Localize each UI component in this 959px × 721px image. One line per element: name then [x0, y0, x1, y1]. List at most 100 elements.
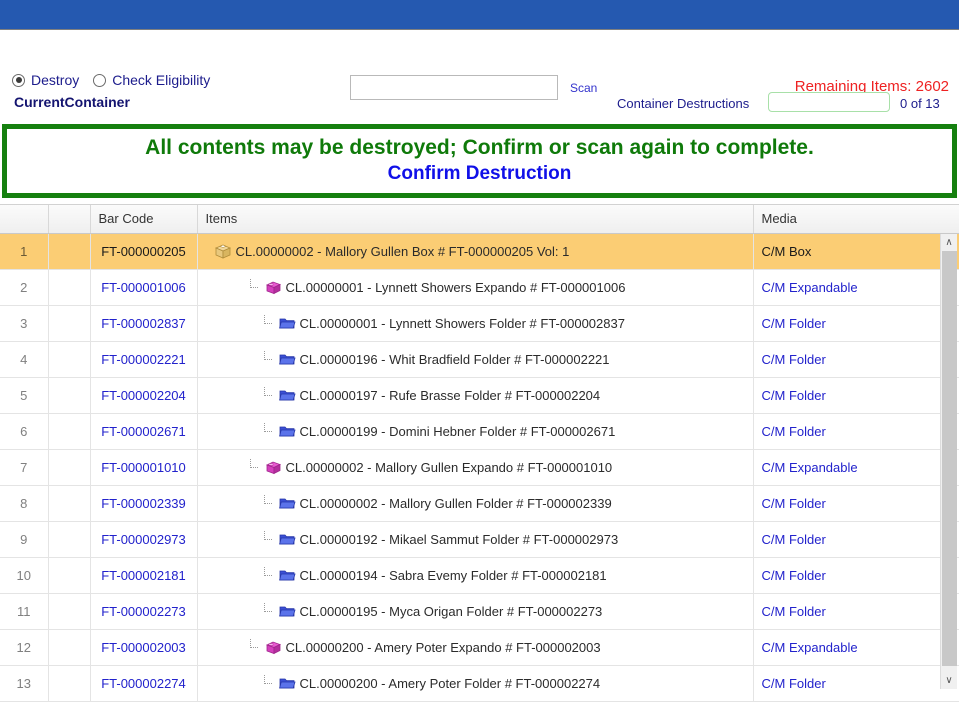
scroll-up-icon[interactable]: ∧	[941, 234, 957, 251]
row-item-label: CL.00000001 - Lynnett Showers Folder # F…	[299, 315, 625, 331]
current-container-label: CurrentContainer	[14, 94, 130, 110]
row-bar-code[interactable]: FT-000002339	[90, 485, 198, 522]
row-bar-code[interactable]: FT-000002274	[90, 665, 198, 702]
scrollbar-thumb[interactable]	[942, 251, 957, 666]
column-header-items[interactable]: Items	[197, 205, 754, 234]
row-select-cell[interactable]	[48, 521, 91, 558]
column-header-bar-code[interactable]: Bar Code	[90, 205, 198, 234]
row-select-cell[interactable]	[48, 413, 91, 450]
tree-connector-icon	[248, 279, 260, 295]
column-header-select[interactable]	[48, 205, 91, 234]
row-number: 5	[0, 377, 49, 414]
table-row[interactable]: 5 FT-000002204 CL.00000197 - Rufe Brasse F…	[0, 377, 959, 414]
row-item-label: CL.00000002 - Mallory Gullen Folder # FT…	[299, 495, 612, 511]
items-grid-wrapper: Bar Code Items Media 1 FT-000000205 CL.000…	[0, 204, 959, 702]
tree-connector-icon	[262, 567, 274, 583]
folder-icon	[278, 315, 296, 331]
folder-icon	[278, 495, 296, 511]
tree-connector-icon	[248, 459, 260, 475]
table-row[interactable]: 2 FT-000001006 CL.00000001 - Lynnett Showe…	[0, 269, 959, 306]
row-select-cell[interactable]	[48, 341, 91, 378]
expando-icon	[264, 639, 282, 656]
table-row[interactable]: 4 FT-000002221 CL.00000196 - Whit Bradfiel…	[0, 341, 959, 378]
row-media[interactable]: C/M Folder	[753, 305, 959, 342]
folder-icon	[278, 423, 296, 439]
row-media[interactable]: C/M Folder	[753, 377, 959, 414]
row-bar-code[interactable]: FT-000001010	[90, 449, 198, 486]
table-row[interactable]: 7 FT-000001010 CL.00000002 - Mallory Gulle…	[0, 449, 959, 486]
row-number: 13	[0, 665, 49, 702]
folder-icon	[278, 603, 296, 619]
row-media[interactable]: C/M Folder	[753, 593, 959, 630]
row-bar-code[interactable]: FT-000002221	[90, 341, 198, 378]
row-media[interactable]: C/M Folder	[753, 665, 959, 702]
row-media[interactable]: C/M Box	[753, 233, 959, 270]
scroll-down-icon[interactable]: ∨	[941, 672, 957, 689]
row-item-label: CL.00000002 - Mallory Gullen Expando # F…	[285, 459, 613, 475]
row-item-label: CL.00000200 - Amery Poter Folder # FT-00…	[299, 675, 601, 691]
row-item-label: CL.00000192 - Mikael Sammut Folder # FT-…	[299, 531, 619, 547]
row-bar-code[interactable]: FT-000002273	[90, 593, 198, 630]
tree-connector-icon	[262, 315, 274, 331]
row-item-label: CL.00000200 - Amery Poter Expando # FT-0…	[285, 639, 601, 655]
row-media[interactable]: C/M Folder	[753, 521, 959, 558]
row-bar-code[interactable]: FT-000000205	[90, 233, 198, 270]
grid-vertical-scrollbar[interactable]: ∧ ∨	[940, 234, 957, 689]
row-select-cell[interactable]	[48, 269, 91, 306]
row-number: 1	[0, 233, 49, 270]
row-select-cell[interactable]	[48, 449, 91, 486]
table-row[interactable]: 8 FT-000002339 CL.00000002 - Mallory Gulle…	[0, 485, 959, 522]
table-row[interactable]: 10 FT-000002181 CL.00000194 - Sabra Evemy …	[0, 557, 959, 594]
row-media[interactable]: C/M Expandable	[753, 449, 959, 486]
row-number: 7	[0, 449, 49, 486]
row-media[interactable]: C/M Folder	[753, 413, 959, 450]
table-row[interactable]: 13 FT-000002274 CL.00000200 - Amery Poter …	[0, 665, 959, 702]
column-header-rownum[interactable]	[0, 205, 49, 234]
row-item-cell: CL.00000199 - Domini Hebner Folder # FT-…	[197, 413, 754, 450]
container-summary-row: CurrentContainer Container Destructions …	[0, 86, 959, 124]
expando-icon	[264, 279, 282, 296]
radio-destroy-indicator[interactable]	[12, 73, 25, 87]
row-select-cell[interactable]	[48, 485, 91, 522]
table-row[interactable]: 11 FT-000002273 CL.00000195 - Myca Origan …	[0, 593, 959, 630]
row-media[interactable]: C/M Folder	[753, 341, 959, 378]
row-select-cell[interactable]	[48, 665, 91, 702]
table-row[interactable]: 1 FT-000000205 CL.00000002 - Mallory Gulle…	[0, 233, 959, 270]
container-destructions-label: Container Destructions	[617, 96, 750, 111]
table-row[interactable]: 3 FT-000002837 CL.00000001 - Lynnett Showe…	[0, 305, 959, 342]
tree-connector-icon	[262, 423, 274, 439]
container-destructions-input[interactable]	[768, 92, 890, 112]
row-item-cell: CL.00000197 - Rufe Brasse Folder # FT-00…	[197, 377, 754, 414]
row-bar-code[interactable]: FT-000002181	[90, 557, 198, 594]
row-item-cell: CL.00000200 - Amery Poter Folder # FT-00…	[197, 665, 754, 702]
row-number: 12	[0, 629, 49, 666]
row-select-cell[interactable]	[48, 233, 91, 270]
row-media[interactable]: C/M Expandable	[753, 269, 959, 306]
column-header-media[interactable]: Media	[753, 205, 959, 234]
box-icon	[214, 243, 232, 260]
row-bar-code[interactable]: FT-000002003	[90, 629, 198, 666]
row-media[interactable]: C/M Folder	[753, 485, 959, 522]
row-item-cell: CL.00000001 - Lynnett Showers Folder # F…	[197, 305, 754, 342]
row-select-cell[interactable]	[48, 593, 91, 630]
row-number: 2	[0, 269, 49, 306]
row-select-cell[interactable]	[48, 377, 91, 414]
row-bar-code[interactable]: FT-000002837	[90, 305, 198, 342]
table-row[interactable]: 9 FT-000002973 CL.00000192 - Mikael Sammut…	[0, 521, 959, 558]
row-select-cell[interactable]	[48, 629, 91, 666]
row-bar-code[interactable]: FT-000002204	[90, 377, 198, 414]
table-row[interactable]: 6 FT-000002671 CL.00000199 - Domini Hebner…	[0, 413, 959, 450]
row-bar-code[interactable]: FT-000002973	[90, 521, 198, 558]
row-item-cell: CL.00000002 - Mallory Gullen Folder # FT…	[197, 485, 754, 522]
table-row[interactable]: 12 FT-000002003 CL.00000200 - Amery Poter …	[0, 629, 959, 666]
row-bar-code[interactable]: FT-000002671	[90, 413, 198, 450]
row-media[interactable]: C/M Expandable	[753, 629, 959, 666]
row-bar-code[interactable]: FT-000001006	[90, 269, 198, 306]
row-item-cell: CL.00000196 - Whit Bradfield Folder # FT…	[197, 341, 754, 378]
row-media[interactable]: C/M Folder	[753, 557, 959, 594]
row-select-cell[interactable]	[48, 305, 91, 342]
radio-check-eligibility-indicator[interactable]	[93, 73, 107, 87]
row-item-cell: CL.00000002 - Mallory Gullen Box # FT-00…	[197, 233, 754, 270]
confirm-destruction-button[interactable]: Confirm Destruction	[388, 163, 572, 186]
row-select-cell[interactable]	[48, 557, 91, 594]
